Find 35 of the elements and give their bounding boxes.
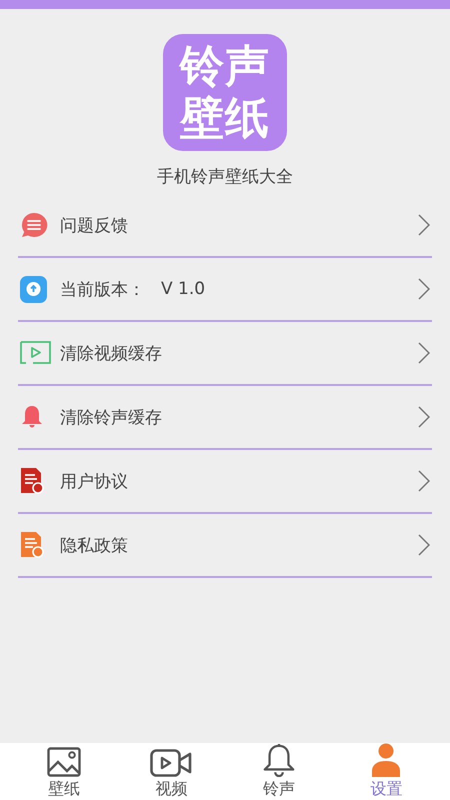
document-icon: [20, 531, 44, 559]
menu-item[interactable]: 问题反馈: [18, 194, 432, 256]
app-logo: 铃声 壁纸: [163, 34, 287, 151]
menu-label: 隐私政策: [60, 534, 128, 556]
nav-tab[interactable]: 视频: [144, 743, 198, 800]
image-icon: [46, 747, 81, 777]
chevron-right-icon: [418, 534, 430, 556]
bell-icon: [20, 405, 44, 429]
menu-label: 用户协议: [60, 470, 128, 492]
menu-item[interactable]: 清除视频缓存: [18, 322, 432, 384]
nav-tab[interactable]: 设置: [364, 743, 408, 800]
nav-tab[interactable]: 壁纸: [40, 743, 87, 800]
menu-label: 问题反馈: [60, 214, 128, 236]
play-screen-icon: [20, 341, 51, 365]
chevron-right-icon: [418, 470, 430, 492]
menu-item[interactable]: 用户协议: [18, 450, 432, 512]
nav-tab[interactable]: 铃声: [256, 743, 302, 800]
document-icon: [20, 467, 44, 495]
chevron-right-icon: [418, 278, 430, 300]
menu-label: 清除视频缓存: [60, 342, 162, 364]
chevron-right-icon: [418, 214, 430, 236]
chevron-right-icon: [418, 342, 430, 364]
person-icon: [371, 743, 402, 777]
bell-icon: [262, 743, 296, 777]
version-number: V 1.0: [161, 279, 206, 299]
upload-icon: [20, 276, 47, 302]
menu-label: 清除铃声缓存: [60, 406, 162, 428]
menu-item[interactable]: 隐私政策: [18, 514, 432, 576]
menu-item[interactable]: 清除铃声缓存: [18, 386, 432, 448]
menu-item[interactable]: 当前版本： V 1.0: [18, 258, 432, 320]
menu-label: 当前版本：: [60, 278, 145, 300]
video-camera-icon: [150, 749, 192, 777]
chevron-right-icon: [418, 406, 430, 428]
chat-bubble-icon: [20, 212, 48, 238]
app-name: 手机铃声壁纸大全: [156, 166, 294, 188]
